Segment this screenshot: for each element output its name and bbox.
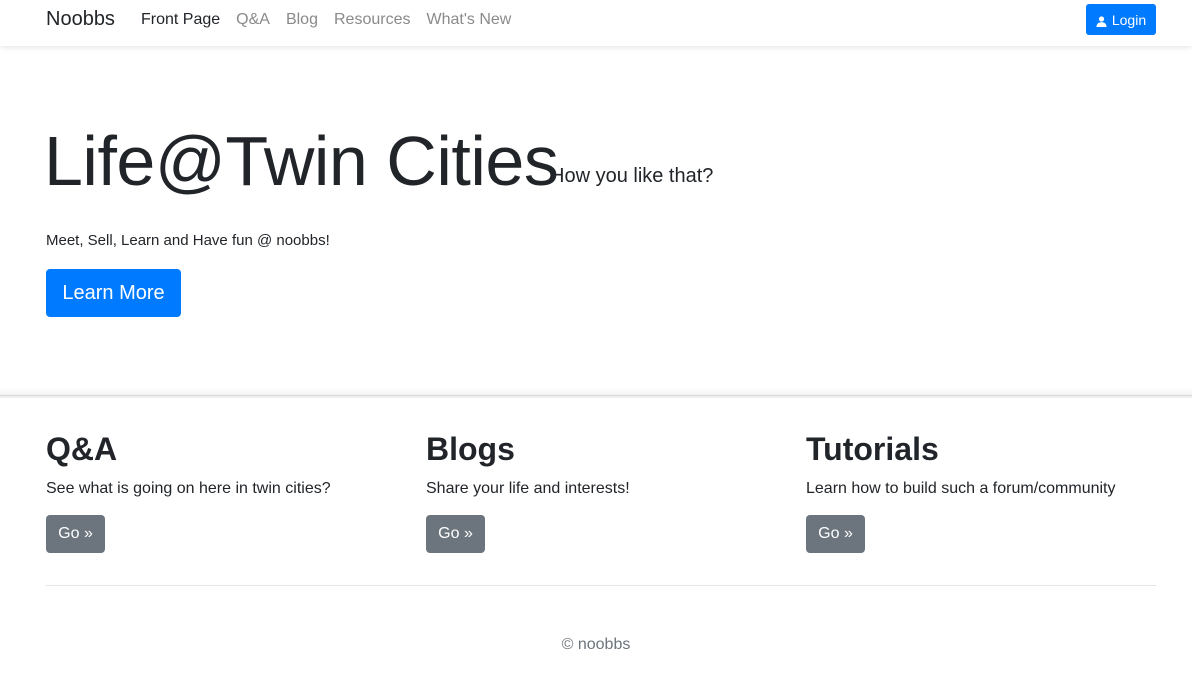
section-heading: Tutorials — [806, 431, 939, 467]
footer-copyright: © noobbs — [561, 636, 631, 653]
learn-more-button[interactable]: Learn More — [46, 269, 181, 317]
login-button-label: Login — [1111, 11, 1147, 28]
hero-bottom-shadow — [0, 388, 1192, 398]
hero-subtitle: How you like that? — [550, 165, 714, 187]
tutorials-go-button[interactable]: Go » — [806, 515, 865, 553]
nav-link-qa[interactable]: Q&A — [236, 11, 270, 29]
section-qa: Q&A See what is going on here in twin ci… — [46, 430, 406, 553]
login-button[interactable]: Login — [1086, 4, 1156, 35]
user-icon — [1096, 14, 1107, 27]
hero-title: Life@Twin Cities — [44, 122, 559, 200]
section-heading: Blogs — [426, 431, 515, 467]
section-text: Share your life and interests! — [426, 480, 630, 498]
section-heading: Q&A — [46, 431, 118, 467]
section-blogs: Blogs Share your life and interests! Go … — [426, 430, 786, 553]
blogs-go-button[interactable]: Go » — [426, 515, 485, 553]
qa-go-button[interactable]: Go » — [46, 515, 105, 553]
section-text: Learn how to build such a forum/communit… — [806, 480, 1116, 498]
hero-jumbotron — [0, 46, 1192, 396]
brand-link[interactable]: Noobbs — [46, 8, 115, 31]
nav-link-resources[interactable]: Resources — [334, 11, 410, 29]
top-navbar: Noobbs Front Page Q&A Blog Resources Wha… — [0, 0, 1192, 46]
footer-divider — [46, 585, 1156, 586]
section-text: See what is going on here in twin cities… — [46, 480, 331, 498]
nav-link-whats-new[interactable]: What's New — [426, 11, 511, 29]
hero-lead-text: Meet, Sell, Learn and Have fun @ noobbs! — [46, 232, 330, 249]
nav-link-front-page[interactable]: Front Page — [141, 11, 220, 29]
nav-link-blog[interactable]: Blog — [286, 11, 318, 29]
section-tutorials: Tutorials Learn how to build such a foru… — [806, 430, 1166, 553]
nav-links: Front Page Q&A Blog Resources What's New — [141, 11, 511, 29]
